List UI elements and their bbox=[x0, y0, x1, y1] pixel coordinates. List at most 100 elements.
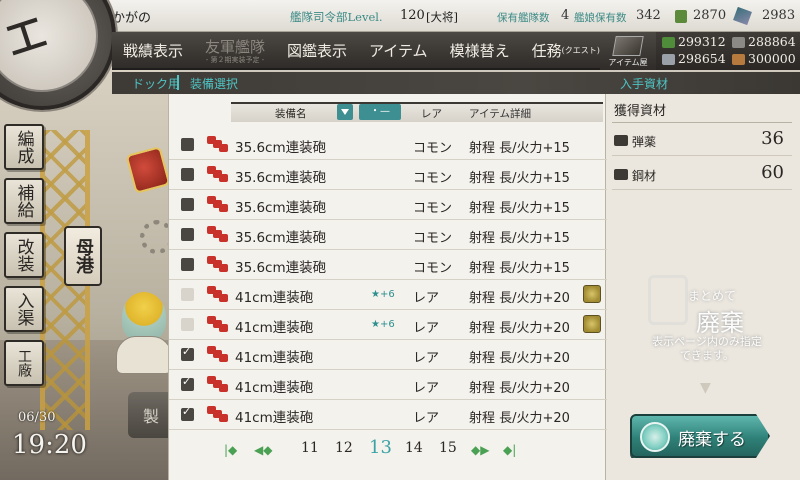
dev-material-icon bbox=[733, 6, 752, 26]
ammo-icon bbox=[732, 37, 745, 48]
hq-level-label: 艦隊司令部Level. bbox=[290, 10, 383, 24]
menu-records[interactable]: 戦績表示 bbox=[112, 31, 194, 69]
item-store-button[interactable]: アイテム屋 bbox=[600, 32, 656, 70]
table-row[interactable]: 35.6cm連装砲 コモン 射程 長/火力+15 bbox=[169, 130, 607, 160]
equipment-panel: 装備名 ・— レア アイテム詳細 35.6cm連装砲 コモン 射程 長/火力+15 3… bbox=[168, 94, 607, 480]
select-checkbox[interactable] bbox=[181, 228, 194, 241]
nav-port-label: 母港 bbox=[73, 238, 94, 274]
lock-icon bbox=[583, 285, 601, 303]
main-gun-icon bbox=[207, 136, 229, 152]
table-row[interactable]: 41cm連装砲 ★+6 レア 射程 長/火力+20 bbox=[169, 280, 607, 310]
resource-panel: 299312 288864 298654 300000 bbox=[656, 32, 800, 70]
equipment-rarity: コモン bbox=[413, 261, 453, 276]
equipment-rarity: レア bbox=[413, 291, 440, 306]
next-page-icon[interactable]: ◆▶ bbox=[471, 443, 489, 457]
bulk-scrap-button[interactable]: まとめて 廃棄 表示ページ内のみ指定できます。 bbox=[648, 275, 762, 370]
table-row[interactable]: 41cm連装砲 レア 射程 長/火力+20 bbox=[169, 400, 607, 430]
equipment-rarity: レア bbox=[413, 321, 440, 336]
clock-time: 19:20 bbox=[12, 430, 87, 460]
nav-dock-label: 入渠 bbox=[13, 292, 34, 326]
gain-steel-value: 60 bbox=[761, 162, 784, 183]
table-row[interactable]: 35.6cm連装砲 コモン 射程 長/火力+15 bbox=[169, 160, 607, 190]
fairy-body bbox=[116, 336, 172, 374]
equipment-name: 35.6cm連装砲 bbox=[235, 140, 327, 156]
page-14[interactable]: 14 bbox=[405, 440, 423, 456]
equipment-detail: 射程 長/火力+20 bbox=[469, 321, 570, 336]
page-12[interactable]: 12 bbox=[335, 440, 353, 456]
hq-rank: [大将] bbox=[426, 10, 458, 24]
nav-dock[interactable]: 入渠 bbox=[4, 286, 44, 332]
main-gun-icon bbox=[207, 316, 229, 332]
hq-level: 120 bbox=[400, 8, 425, 23]
menu-items[interactable]: アイテム bbox=[358, 31, 439, 69]
table-row[interactable]: 35.6cm連装砲 コモン 射程 長/火力+15 bbox=[169, 190, 607, 220]
nav-factory[interactable]: 工廠 bbox=[4, 340, 44, 386]
table-row[interactable]: 35.6cm連装砲 コモン 射程 長/火力+15 bbox=[169, 220, 607, 250]
select-checkbox[interactable] bbox=[181, 168, 194, 181]
select-checkbox[interactable] bbox=[181, 405, 194, 421]
fuel-icon bbox=[662, 37, 675, 48]
nav-organize[interactable]: 編成 bbox=[4, 124, 44, 170]
lock-icon bbox=[583, 315, 601, 333]
select-checkbox[interactable] bbox=[181, 375, 194, 391]
bauxite-icon bbox=[732, 54, 745, 65]
menu-encyclopedia-label: 図鑑表示 bbox=[287, 41, 348, 60]
menu-quests[interactable]: 任務 (クエスト) bbox=[521, 31, 611, 69]
equipment-detail: 射程 長/火力+20 bbox=[469, 411, 570, 426]
gain-divider bbox=[612, 122, 792, 123]
main-gun-icon bbox=[207, 406, 229, 422]
select-checkbox[interactable] bbox=[181, 345, 194, 361]
table-row[interactable]: 35.6cm連装砲 コモン 射程 長/火力+15 bbox=[169, 250, 607, 280]
first-page-icon[interactable]: |◆ bbox=[224, 443, 237, 457]
last-page-icon[interactable]: ◆| bbox=[503, 443, 516, 457]
col-rarity-header: レア bbox=[421, 108, 442, 120]
table-row[interactable]: 41cm連装砲 レア 射程 長/火力+20 bbox=[169, 340, 607, 370]
equipment-detail: 射程 長/火力+20 bbox=[469, 351, 570, 366]
menu-quests-suffix: (クエスト) bbox=[561, 45, 600, 55]
bulk-scrap-icon bbox=[648, 275, 688, 325]
ammo-value: 288864 bbox=[748, 34, 796, 49]
menu-quests-label: 任務 bbox=[531, 41, 562, 60]
menu-encyclopedia[interactable]: 図鑑表示 bbox=[276, 31, 358, 69]
equipment-detail: 射程 長/火力+15 bbox=[469, 231, 570, 246]
gain-steel-row: 鋼材 60 bbox=[612, 160, 792, 190]
equipment-rarity: レア bbox=[413, 351, 440, 366]
steel-icon bbox=[614, 169, 628, 180]
equipment-detail: 射程 長/火力+15 bbox=[469, 261, 570, 276]
select-checkbox[interactable] bbox=[181, 138, 194, 151]
bulk-scrap-line1: まとめて bbox=[688, 289, 737, 303]
breadcrumb-resources: 入手資材 bbox=[620, 77, 669, 91]
improvement-level: ★+6 bbox=[371, 319, 395, 330]
nav-remodel[interactable]: 改装 bbox=[4, 232, 44, 278]
menu-records-label: 戦績表示 bbox=[123, 41, 184, 60]
equipment-detail: 射程 長/火力+20 bbox=[469, 381, 570, 396]
table-row[interactable]: 41cm連装砲 ★+6 レア 射程 長/火力+20 bbox=[169, 310, 607, 340]
equipment-detail: 射程 長/火力+15 bbox=[469, 201, 570, 216]
select-checkbox bbox=[181, 318, 194, 331]
nav-port[interactable]: 母港 bbox=[64, 226, 102, 286]
scrap-button[interactable]: 廃棄する bbox=[630, 414, 770, 458]
bauxite-value: 300000 bbox=[748, 51, 796, 66]
improvement-level: ★+6 bbox=[371, 289, 395, 300]
equipment-rarity: レア bbox=[413, 411, 440, 426]
bucket-icon bbox=[675, 10, 687, 23]
table-row[interactable]: 41cm連装砲 レア 射程 長/火力+20 bbox=[169, 370, 607, 400]
fuel-value: 299312 bbox=[678, 34, 726, 49]
nav-supply[interactable]: 補給 bbox=[4, 178, 44, 224]
col-name-header: 装備名 bbox=[275, 108, 307, 120]
menu-furniture[interactable]: 模様替え bbox=[439, 31, 521, 69]
prev-page-icon[interactable]: ◀◆ bbox=[254, 443, 272, 457]
menu-friend-fleet[interactable]: 友軍艦隊 - 第２期実装予定 - bbox=[194, 31, 276, 69]
filter-button[interactable]: ・— bbox=[359, 104, 401, 120]
bucket-count: 2870 bbox=[693, 8, 727, 23]
select-checkbox[interactable] bbox=[181, 198, 194, 211]
page-15[interactable]: 15 bbox=[439, 440, 457, 456]
equipment-rarity: コモン bbox=[413, 171, 453, 186]
page-11[interactable]: 11 bbox=[301, 440, 319, 456]
fairy-head bbox=[122, 292, 166, 342]
select-checkbox[interactable] bbox=[181, 258, 194, 271]
select-checkbox bbox=[181, 288, 194, 301]
page-13-current[interactable]: 13 bbox=[369, 437, 392, 458]
sort-dropdown-icon[interactable] bbox=[337, 104, 353, 120]
table-header: 装備名 ・— レア アイテム詳細 bbox=[169, 98, 607, 122]
